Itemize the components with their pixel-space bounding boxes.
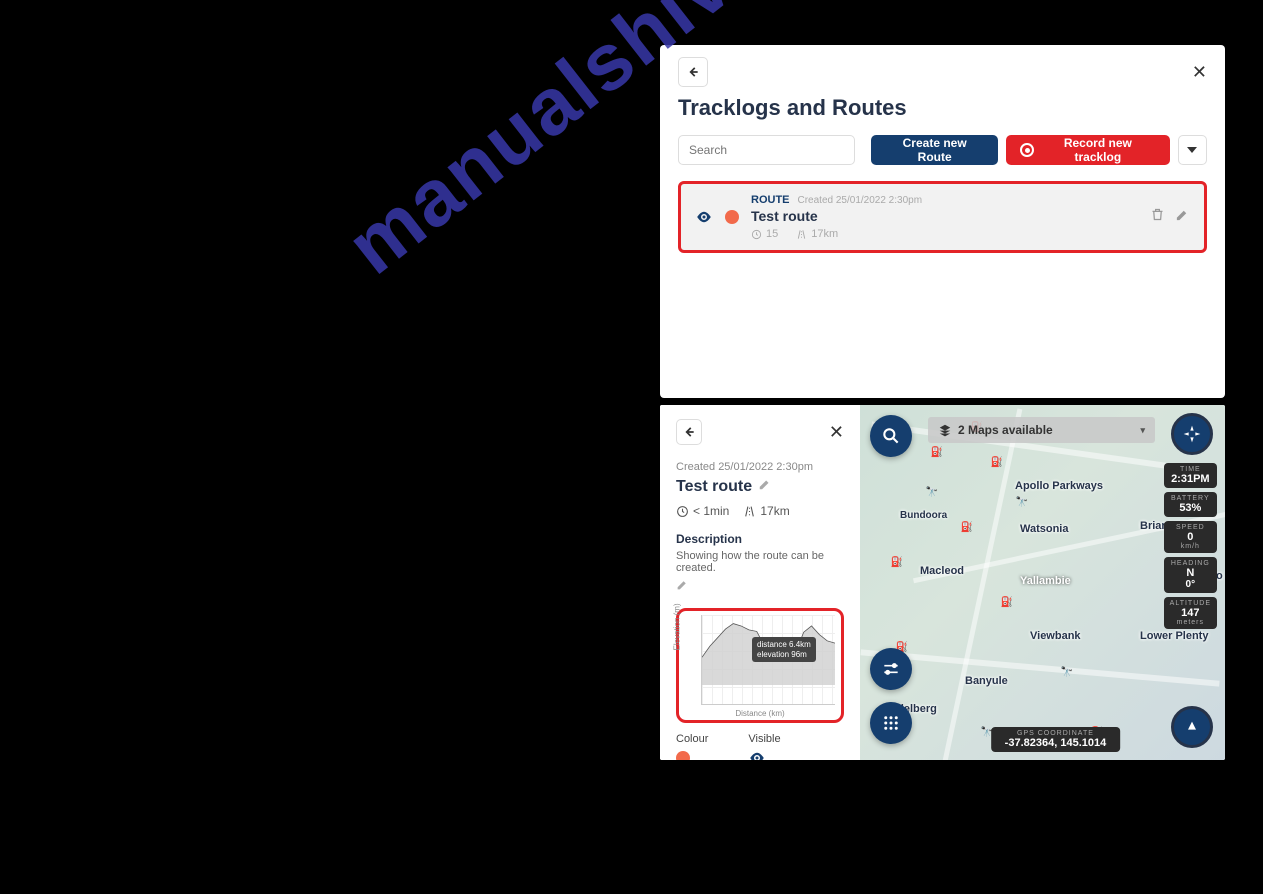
map-view[interactable]: Apollo Parkways Bundoora Watsonia Briar … (860, 405, 1225, 760)
poi-icon: 🔭 (1015, 495, 1029, 509)
pencil-icon (1175, 207, 1190, 222)
poi-icon: ⛽ (960, 520, 974, 534)
compass-button[interactable] (1171, 413, 1213, 455)
delete-button[interactable] (1150, 207, 1165, 227)
clock-icon (751, 229, 762, 240)
chart-xlabel: Distance (km) (685, 709, 835, 718)
sliders-icon (881, 659, 901, 679)
close-button[interactable]: ✕ (1192, 62, 1207, 83)
hud-time: TIME 2:31PM (1164, 463, 1217, 488)
road-icon (796, 229, 807, 240)
map-label-watsonia: Watsonia (1020, 523, 1069, 535)
menu-fab[interactable] (870, 702, 912, 744)
chevron-down-icon (1187, 147, 1197, 153)
eye-icon (695, 208, 713, 226)
visible-toggle[interactable] (748, 749, 780, 760)
colour-label: Colour (676, 733, 708, 745)
map-hud: TIME 2:31PM BATTERY 53% SPEED 0 km/h HEA… (1164, 463, 1217, 629)
chart-tooltip: distance 6.4km elevation 96m (752, 637, 816, 662)
hud-speed: SPEED 0 km/h (1164, 521, 1217, 553)
visible-label: Visible (748, 733, 780, 745)
route-info: ROUTE Created 25/01/2022 2:30pm Test rou… (751, 194, 1138, 240)
record-icon (1020, 143, 1034, 157)
record-tracklog-button[interactable]: Record new tracklog (1006, 135, 1169, 165)
record-tracklog-label: Record new tracklog (1040, 136, 1155, 164)
route-created-label: Created 25/01/2022 2:30pm (798, 195, 923, 206)
colour-swatch[interactable] (676, 751, 690, 760)
road-icon (743, 505, 756, 518)
route-list-item[interactable]: ROUTE Created 25/01/2022 2:30pm Test rou… (678, 181, 1207, 253)
edit-button[interactable] (1175, 207, 1190, 227)
eye-icon (748, 749, 766, 760)
elevation-chart[interactable]: Elevation (m) distance 6.4km elevation 9… (676, 608, 844, 723)
close-button[interactable]: ✕ (829, 422, 844, 443)
pencil-icon (758, 477, 772, 491)
edit-description-button[interactable] (676, 578, 689, 595)
colour-section: Colour (676, 733, 708, 760)
back-button[interactable] (678, 57, 708, 87)
arrow-left-icon (686, 65, 700, 79)
gps-coordinate: GPS COORDINATE -37.82364, 145.1014 (991, 727, 1121, 752)
edit-name-button[interactable] (758, 477, 772, 496)
route-detail-sidebar: ✕ Created 25/01/2022 2:30pm Test route <… (660, 405, 860, 760)
recenter-button[interactable] (1171, 706, 1213, 748)
poi-icon: ⛽ (930, 445, 944, 459)
maps-available-bar[interactable]: 2 Maps available ▾ (928, 417, 1155, 443)
grid-icon (882, 714, 900, 732)
maps-available-label: 2 Maps available (958, 423, 1053, 437)
poi-icon: ⛽ (990, 455, 1004, 469)
search-fab[interactable] (870, 415, 912, 457)
route-distance: 17km (743, 504, 789, 518)
visible-section: Visible (748, 733, 780, 760)
search-input[interactable] (678, 135, 855, 165)
locate-icon (1184, 719, 1200, 735)
route-name: Test route (676, 478, 752, 496)
poi-icon: 🔭 (1060, 665, 1074, 679)
hud-altitude: ALTITUDE 147 meters (1164, 597, 1217, 629)
map-label-bundoora: Bundoora (900, 510, 947, 521)
map-label-macleod: Macleod (920, 565, 964, 577)
dropdown-button[interactable] (1178, 135, 1207, 165)
route-time: < 1min (676, 504, 729, 518)
map-label-lowerplenty: Lower Plenty (1140, 630, 1208, 642)
route-detail-panel: ✕ Created 25/01/2022 2:30pm Test route <… (660, 405, 1225, 760)
map-label-banyule: Banyule (965, 675, 1008, 687)
clock-icon (676, 505, 689, 518)
description-heading: Description (676, 532, 844, 546)
create-route-button[interactable]: Create new Route (871, 135, 998, 165)
map-label-apollo: Apollo Parkways (1015, 480, 1103, 492)
pencil-icon (676, 578, 689, 591)
poi-icon: ⛽ (890, 555, 904, 569)
route-waypoints: 15 (751, 228, 778, 240)
route-type-label: ROUTE (751, 194, 790, 206)
close-icon: ✕ (829, 422, 844, 442)
route-name: Test route (751, 208, 1138, 224)
map-label-viewbank: Viewbank (1030, 630, 1081, 642)
search-icon (881, 426, 901, 446)
route-color-dot (725, 210, 739, 224)
chart-ylabel: Elevation (m) (673, 603, 682, 650)
settings-fab[interactable] (870, 648, 912, 690)
trash-icon (1150, 207, 1165, 222)
visibility-toggle[interactable] (695, 208, 713, 226)
route-created: Created 25/01/2022 2:30pm (676, 461, 844, 473)
chevron-down-icon: ▾ (1140, 425, 1145, 436)
map-label-yallambie: Yallambie (1020, 575, 1071, 587)
page-title: Tracklogs and Routes (678, 95, 1207, 121)
back-button[interactable] (676, 419, 702, 445)
close-icon: ✕ (1192, 62, 1207, 82)
hud-heading: HEADING N 0° (1164, 557, 1217, 593)
route-distance: 17km (796, 228, 838, 240)
tracklogs-panel: ✕ Tracklogs and Routes Create new Route … (660, 45, 1225, 398)
poi-icon: ⛽ (1000, 595, 1014, 609)
hud-battery: BATTERY 53% (1164, 492, 1217, 517)
poi-icon: 🔭 (925, 485, 939, 499)
description-text: Showing how the route can be created. (676, 550, 844, 574)
arrow-left-icon (682, 425, 696, 439)
layers-icon (938, 423, 952, 437)
compass-icon (1182, 424, 1202, 444)
